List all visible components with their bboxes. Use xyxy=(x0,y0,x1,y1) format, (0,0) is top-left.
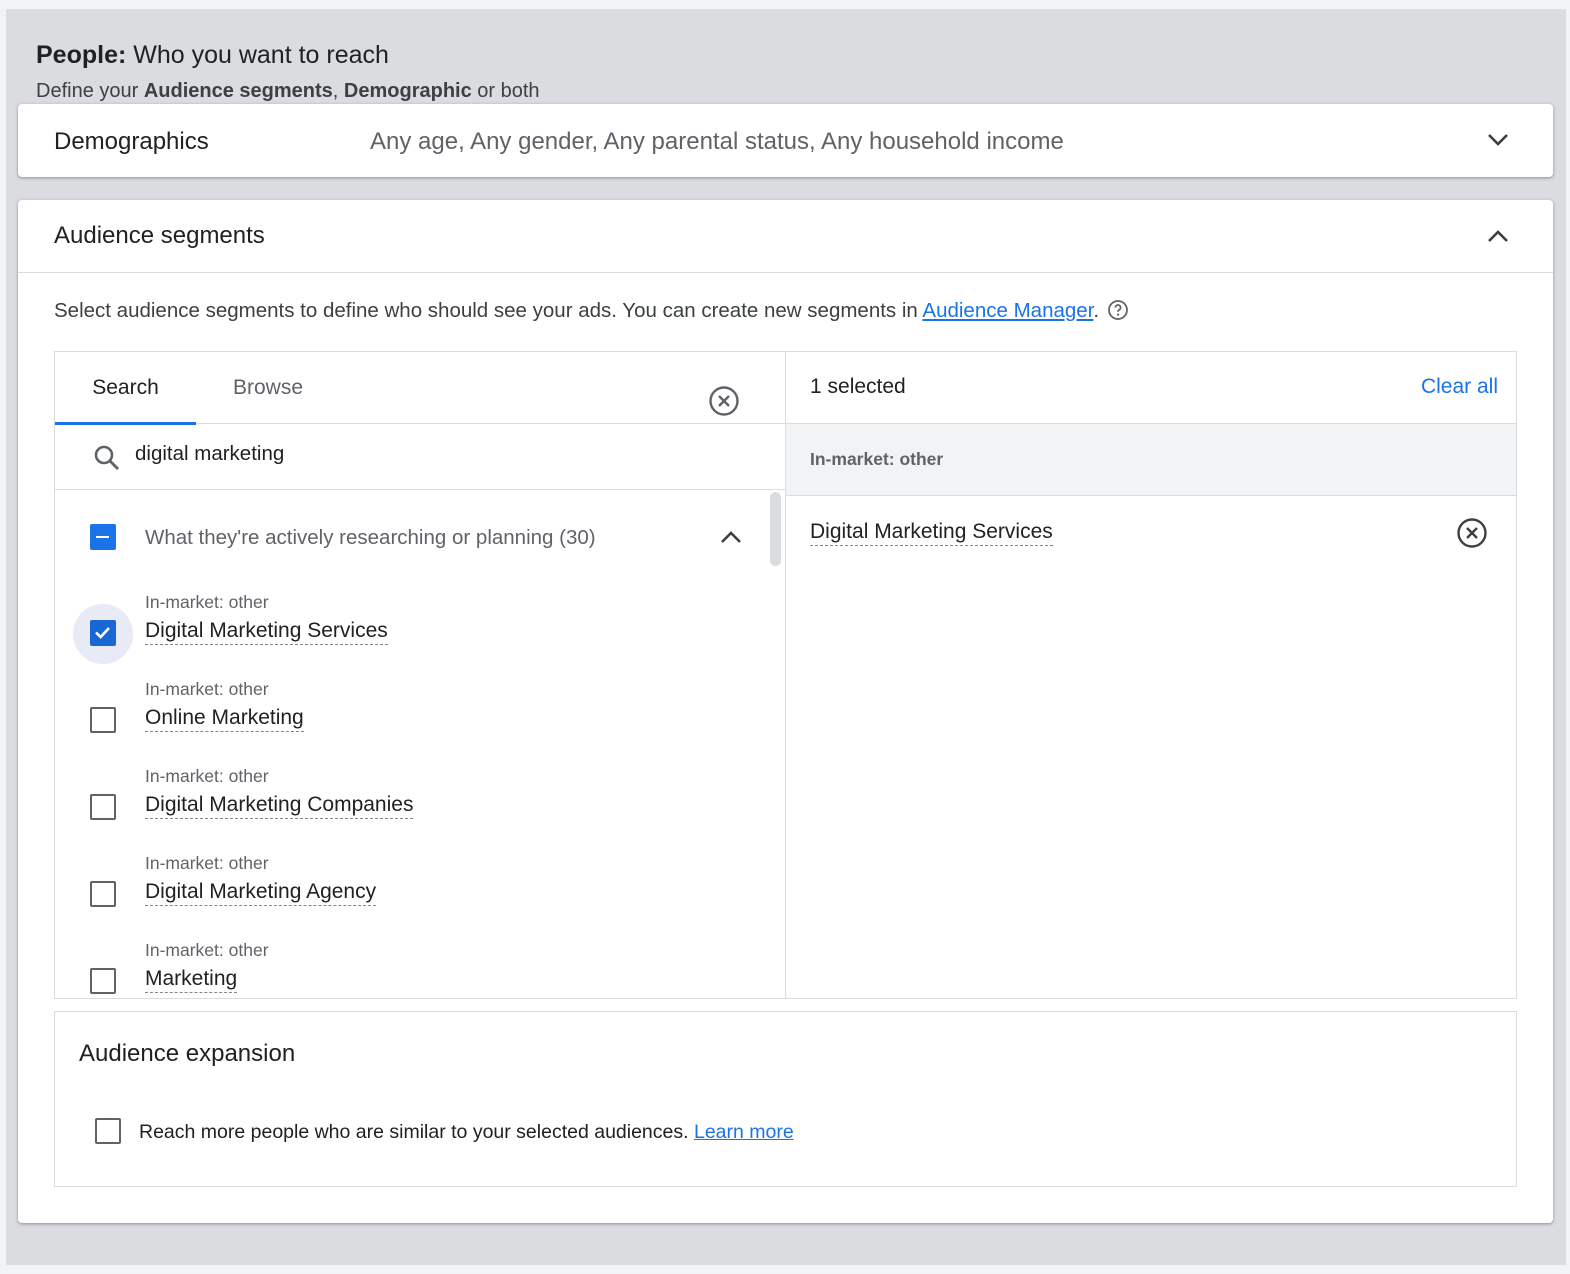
results-scrollbar[interactable] xyxy=(770,492,781,566)
tab-search[interactable]: Search xyxy=(55,352,196,425)
selected-header: 1 selected Clear all xyxy=(786,352,1516,424)
segment-category: In-market: other xyxy=(145,592,269,612)
chevron-up-icon[interactable] xyxy=(1483,221,1513,251)
segment-result[interactable]: In-market: other Digital Marketing Compa… xyxy=(55,766,775,853)
segment-checkbox[interactable] xyxy=(90,881,116,907)
chevron-down-icon[interactable] xyxy=(1483,125,1513,155)
audience-manager-link[interactable]: Audience Manager xyxy=(922,299,1093,322)
audience-segments-panel: Audience segments Select audience segmen… xyxy=(18,200,1553,1223)
selected-count: 1 selected xyxy=(810,375,906,398)
selected-group-header: In-market: other xyxy=(786,424,1516,496)
learn-more-link[interactable]: Learn more xyxy=(694,1121,794,1143)
selected-group-label: In-market: other xyxy=(810,449,944,469)
demographics-title: Demographics xyxy=(54,128,209,155)
segment-checkbox[interactable] xyxy=(90,620,116,646)
search-input[interactable] xyxy=(135,442,695,466)
people-header: People: Who you want to reach Define you… xyxy=(36,41,540,103)
people-title: People: Who you want to reach xyxy=(36,41,389,69)
segment-checkbox[interactable] xyxy=(90,707,116,733)
segment-result[interactable]: In-market: other Digital Marketing Servi… xyxy=(55,592,775,679)
search-bar xyxy=(55,424,785,490)
segment-name[interactable]: Digital Marketing Agency xyxy=(145,880,377,906)
segment-checkbox[interactable] xyxy=(90,968,116,994)
help-icon[interactable] xyxy=(1107,299,1129,321)
segment-picker: Search Browse What they're actively rese… xyxy=(54,351,1517,999)
picker-tabs: Search Browse xyxy=(55,352,785,425)
chevron-up-icon[interactable] xyxy=(715,521,747,553)
segment-result[interactable]: In-market: other Online Marketing xyxy=(55,679,775,766)
audience-expansion-section: Audience expansion Reach more people who… xyxy=(54,1011,1517,1187)
selected-segment[interactable]: Digital Marketing Services xyxy=(810,520,1053,546)
selected-pane: 1 selected Clear all In-market: other Di… xyxy=(786,352,1516,998)
segment-category: In-market: other xyxy=(145,679,269,699)
segment-category: In-market: other xyxy=(145,940,269,960)
segment-checkbox[interactable] xyxy=(90,794,116,820)
clear-search-icon[interactable] xyxy=(708,385,740,422)
segment-name[interactable]: Marketing xyxy=(145,967,238,993)
segment-name[interactable]: Digital Marketing Companies xyxy=(145,793,414,819)
segment-result[interactable]: In-market: other Marketing xyxy=(55,940,775,998)
segment-category: In-market: other xyxy=(145,853,269,873)
audience-segments-description: Select audience segments to define who s… xyxy=(54,299,1129,323)
search-pane: Search Browse What they're actively rese… xyxy=(55,352,786,998)
audience-expansion-text: Reach more people who are similar to you… xyxy=(139,1121,794,1143)
segment-group-label: What they're actively researching or pla… xyxy=(145,526,596,549)
audience-expansion-checkbox[interactable] xyxy=(95,1118,121,1144)
segment-name[interactable]: Online Marketing xyxy=(145,706,304,732)
segment-category: In-market: other xyxy=(145,766,269,786)
segment-result[interactable]: In-market: other Digital Marketing Agenc… xyxy=(55,853,775,940)
search-icon xyxy=(93,444,121,472)
clear-all-button[interactable]: Clear all xyxy=(1421,375,1498,399)
tab-browse[interactable]: Browse xyxy=(196,352,340,424)
segment-group-header[interactable]: What they're actively researching or pla… xyxy=(55,490,785,582)
demographics-summary: Any age, Any gender, Any parental status… xyxy=(370,128,1064,155)
group-checkbox[interactable] xyxy=(90,524,116,550)
audience-expansion-title: Audience expansion xyxy=(79,1040,296,1067)
audience-segments-title: Audience segments xyxy=(54,222,265,249)
remove-segment-icon[interactable] xyxy=(1456,517,1488,554)
people-subtitle: Define your Audience segments, Demograph… xyxy=(36,80,540,102)
segment-name[interactable]: Digital Marketing Services xyxy=(145,619,388,645)
audience-segments-header[interactable]: Audience segments xyxy=(18,200,1553,273)
demographics-panel[interactable]: Demographics Any age, Any gender, Any pa… xyxy=(18,104,1553,177)
